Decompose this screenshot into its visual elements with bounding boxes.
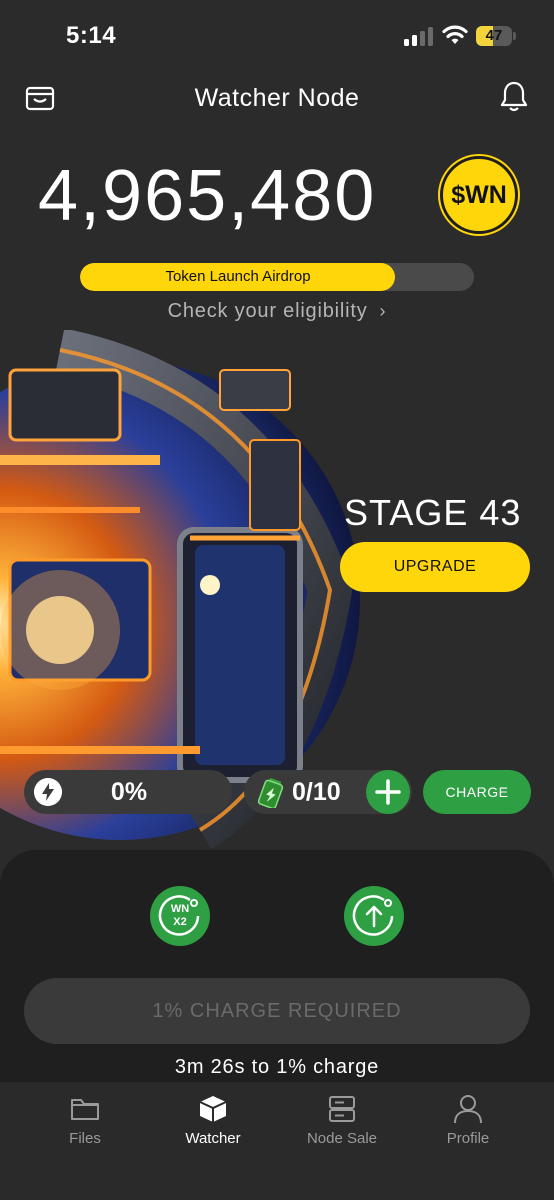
tab-bar: Files Watcher Node Sale Profile [0,1082,554,1200]
tab-watcher-label: Watcher [185,1130,241,1147]
stage-title: STAGE 43 [344,492,522,533]
token-symbol: $WN [451,180,507,209]
battery-indicator: 47 [476,26,516,46]
charge-required-button[interactable]: 1% CHARGE REQUIRED [24,978,530,1044]
upload-boost-button[interactable] [344,886,404,946]
cellular-signal-icon [404,27,433,46]
page-title: Watcher Node [194,84,360,112]
wn-x2-boost-button[interactable]: WN X2 [150,886,210,946]
charge-percent: 0% [110,778,148,806]
status-time: 5:14 [66,22,117,49]
add-battery-button[interactable] [366,770,410,814]
tab-files[interactable]: Files [35,1094,135,1147]
tab-watcher[interactable]: Watcher [163,1094,263,1147]
airdrop-label: Token Launch Airdrop [165,268,311,285]
charge-button[interactable]: CHARGE [423,770,531,814]
status-bar: 5:14 47 [0,0,554,70]
charge-level-pill: 0% [24,770,232,814]
action-panel [0,850,554,1090]
balance-value: 4,965,480 [38,156,377,236]
eligibility-text: Check your eligibility [167,300,368,322]
wifi-icon [442,25,468,44]
upgrade-button[interactable]: UPGRADE [340,542,530,592]
server-icon [329,1096,355,1122]
person-icon [454,1095,482,1124]
tab-node-sale-label: Node Sale [306,1130,378,1147]
tab-node-sale[interactable]: Node Sale [292,1094,392,1147]
wn-token-icon: $WN [440,156,518,234]
charge-countdown: 3m 26s to 1% charge [174,1056,380,1078]
battery-count: 0/10 [292,778,341,806]
battery-level: 47 [485,27,503,44]
tab-profile[interactable]: Profile [418,1094,518,1147]
tab-profile-label: Profile [446,1130,490,1147]
header: Watcher Node [0,78,554,120]
bell-icon[interactable] [498,80,530,114]
bolt-icon [34,778,62,806]
balance: 4,965,480 [38,154,376,244]
battery-icon [258,778,284,808]
folder-icon [71,1099,99,1120]
arrow-up-icon [352,895,394,936]
tab-files-label: Files [69,1130,101,1147]
boost-ring-icon [158,895,200,936]
check-eligibility-link[interactable]: Check your eligibility › [0,300,554,323]
chevron-right-icon: › [379,301,387,321]
plus-icon [375,779,401,805]
cube-icon [199,1096,227,1122]
